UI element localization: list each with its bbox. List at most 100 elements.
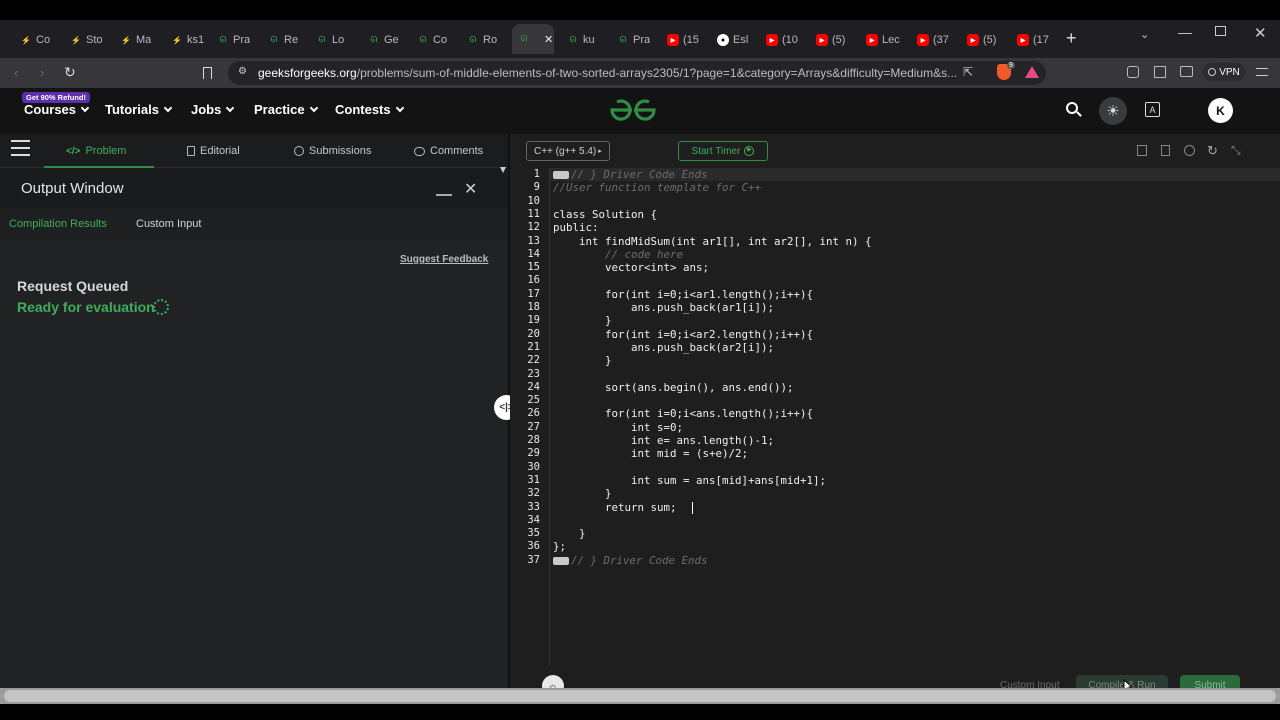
tab-search-icon[interactable]: ⌄ [1140,28,1149,41]
browser-tab[interactable]: ᘏ Pra [617,26,650,54]
brave-rewards-icon[interactable] [1025,66,1039,78]
suggest-feedback-link[interactable]: Suggest Feedback [400,254,488,265]
code-line[interactable]: // } Driver Code Ends [553,554,708,567]
code-line[interactable]: } [553,354,612,367]
fold-marker-icon[interactable] [553,556,569,565]
code-line[interactable]: } [553,527,586,540]
browser-tab[interactable]: ▶ Lec [866,26,900,54]
browser-tab[interactable]: ⚡ ks1 [171,26,204,54]
tab-comments[interactable]: Comments [414,145,483,157]
code-line[interactable]: ans.push_back(ar1[i]); [553,301,774,314]
code-line[interactable]: //User function template for C++ [553,181,761,194]
fold-marker-icon[interactable] [553,171,569,179]
avatar[interactable]: K [1208,98,1233,123]
close-tab-icon[interactable]: ✕ [544,33,553,46]
close-window-icon[interactable]: ✕ [1254,24,1267,42]
wallet-icon[interactable] [1180,66,1193,77]
settings-icon[interactable] [1184,145,1195,156]
sidebar-icon[interactable] [1154,66,1166,78]
browser-tab[interactable]: ▶ (17 [1017,26,1049,54]
minimize-output-icon[interactable] [436,194,452,196]
line-number: 15 [527,261,540,274]
nav-tutorials[interactable]: Tutorials [105,102,173,117]
code-line[interactable]: public: [553,221,599,234]
reload-icon[interactable]: ↻ [64,64,76,81]
bottom-black-bar [0,704,1280,720]
generic-icon: ⚡ [121,35,131,45]
file-icon[interactable] [1161,145,1170,156]
collapse-caret-icon[interactable] [500,167,506,173]
browser-tab[interactable]: ᘏ Ro [467,26,497,54]
output-window-title: Output Window [21,180,124,197]
browser-tab[interactable]: ᘏ Re [268,26,298,54]
browser-tab[interactable]: ᘏ Pra [217,26,250,54]
browser-tab[interactable]: ▶ (5) [816,26,845,54]
code-line[interactable]: }; [553,540,566,553]
code-line[interactable]: } [553,487,612,500]
forward-icon[interactable]: › [40,65,44,80]
code-line[interactable]: int findMidSum(int ar1[], int ar2[], int… [553,235,872,248]
browser-tab[interactable]: ⚡ Co [20,26,50,54]
browser-tab[interactable]: ᘏ Ge [368,26,399,54]
scrollbar-thumb[interactable] [4,690,1276,702]
hamburger-menu-icon[interactable] [11,140,30,156]
browser-tab[interactable]: ᘏ Lo [316,26,345,54]
code-line[interactable]: vector<int> ans; [553,261,709,274]
nav-jobs[interactable]: Jobs [191,102,235,117]
tab-custom-input[interactable]: Custom Input [136,218,201,230]
language-select[interactable]: C++ (g++ 5.4) ▸ [526,141,610,161]
browser-tab[interactable]: ● Esl [717,26,748,54]
browser-tab[interactable]: ⚡ Ma [120,26,151,54]
close-output-icon[interactable]: ✕ [464,179,477,199]
nav-practice[interactable]: Practice [254,102,318,117]
minimize-icon[interactable]: — [1178,24,1192,40]
extensions-icon[interactable] [1127,66,1139,78]
browser-tab[interactable]: ᘏ ku [567,26,595,54]
back-icon[interactable]: ‹ [14,65,18,80]
tab-editorial[interactable]: Editorial [187,145,240,157]
code-line[interactable]: for(int i=0;i<ans.length();i++){ [553,407,813,420]
code-line[interactable]: int sum = ans[mid]+ans[mid+1]; [553,474,826,487]
code-line[interactable]: sort(ans.begin(), ans.end()); [553,381,794,394]
code-line[interactable]: int s=0; [553,421,683,434]
fullscreen-icon[interactable]: ⤡ [1231,143,1241,158]
nav-courses[interactable]: Courses [24,102,90,117]
browser-tab[interactable]: ▶ (10 [766,26,798,54]
code-line[interactable]: // } Driver Code Ends [553,168,708,181]
line-number: 30 [527,460,540,473]
share-icon[interactable]: ⇱ [963,65,973,79]
tab-problem[interactable]: </> Problem [66,145,126,157]
code-line[interactable]: for(int i=0;i<ar1.length();i++){ [553,288,813,301]
start-timer-button[interactable]: Start Timer ▶ [678,141,768,161]
tab-submissions[interactable]: Submissions [294,145,371,157]
code-line[interactable]: return sum; [553,501,677,514]
browser-tab[interactable]: ▶ (15 [667,26,699,54]
browser-tab[interactable]: ▶ (37 [917,26,949,54]
tab-compilation-results[interactable]: Compilation Results [9,218,107,230]
code-text: public: [553,221,599,235]
browser-tab[interactable]: ᘏ Co [417,26,447,54]
code-line[interactable]: ans.push_back(ar2[i]); [553,341,774,354]
browser-tab[interactable]: ▶ (5) [967,26,996,54]
browser-tab[interactable]: ᘏ ✕ [512,24,554,54]
code-line[interactable]: for(int i=0;i<ar2.length();i++){ [553,328,813,341]
vpn-button[interactable]: VPN [1203,63,1245,81]
menu-icon[interactable] [1256,68,1268,76]
copy-icon[interactable] [1137,145,1147,156]
maximize-icon[interactable] [1215,26,1226,36]
new-tab-icon[interactable]: + [1066,28,1077,49]
bookmark-icon[interactable] [203,67,212,79]
code-line[interactable]: int e= ans.length()-1; [553,434,774,447]
nav-contests[interactable]: Contests [335,102,404,117]
translate-icon[interactable]: A [1145,102,1160,117]
address-bar[interactable]: ⚙ geeksforgeeks.org/problems/sum-of-midd… [228,61,1046,85]
code-line[interactable]: } [553,314,612,327]
code-line[interactable]: int mid = (s+e)/2; [553,447,748,460]
gfg-logo-icon[interactable] [608,97,658,123]
reset-icon[interactable]: ↻ [1207,143,1218,159]
site-info-icon[interactable]: ⚙ [238,66,247,77]
code-line[interactable]: class Solution { [553,208,657,221]
code-line[interactable]: // code here [553,248,683,261]
browser-tab[interactable]: ⚡ Sto [70,26,103,54]
theme-toggle-icon[interactable]: ☀ [1099,97,1127,125]
